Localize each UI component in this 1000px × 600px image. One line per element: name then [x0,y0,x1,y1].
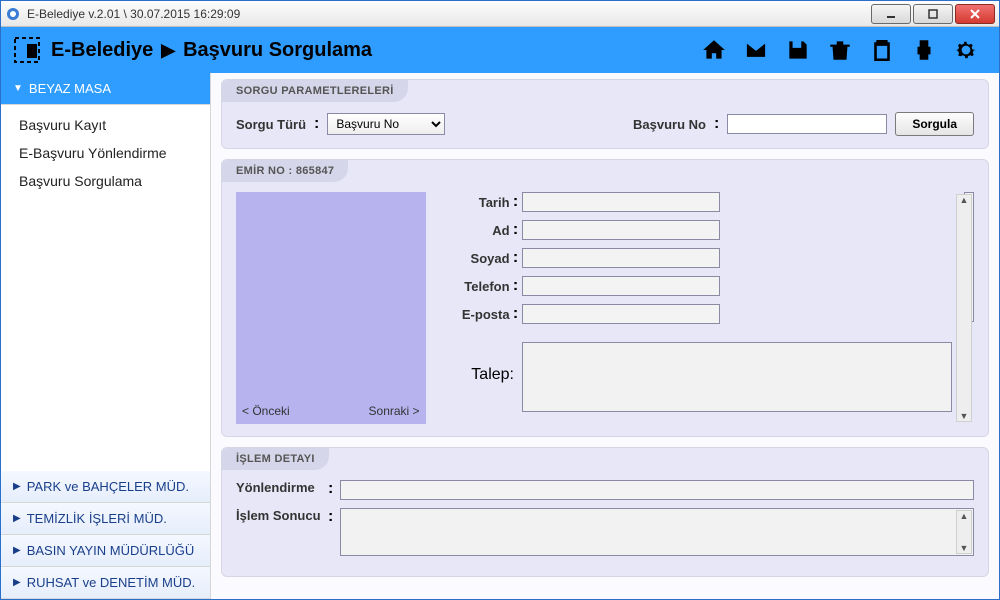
yonlendirme-input[interactable] [340,480,974,500]
trash-icon[interactable] [825,35,855,65]
eposta-input[interactable] [522,304,720,324]
mail-icon[interactable] [741,35,771,65]
breadcrumb: E-Belediye ▶ Başvuru Sorgulama [51,39,372,62]
breadcrumb-page: Başvuru Sorgulama [183,39,372,62]
sidebar-section-label: RUHSAT ve DENETİM MÜD. [27,575,196,590]
query-number-input[interactable] [727,114,887,134]
sidebar-section-temizlik[interactable]: ▶ TEMİZLİK İŞLERİ MÜD. [1,503,210,535]
sidebar-section-park[interactable]: ▶ PARK ve BAHÇELER MÜD. [1,471,210,503]
photo-viewer: < Önceki Sonraki > [236,192,426,424]
chevron-down-icon: ▼ [13,83,23,94]
ad-input[interactable] [522,220,720,240]
yonlendirme-label: Yönlendirme [236,480,328,495]
scroll-up-icon[interactable]: ▲ [960,195,969,205]
detail-panel-title: İŞLEM DETAYI [222,448,329,470]
sidebar-section-label: PARK ve BAHÇELER MÜD. [27,479,189,494]
sidebar-section-basin[interactable]: ▶ BASIN YAYIN MÜDÜRLÜĞÜ [1,535,210,567]
query-panel: SORGU PARAMETLERELERİ Sorgu Türü : Başvu… [221,79,989,149]
query-panel-title: SORGU PARAMETLERELERİ [222,80,408,102]
chevron-right-icon: ▶ [13,577,21,588]
window-close-button[interactable] [955,4,995,24]
sonuc-label: İşlem Sonucu [236,508,328,523]
tarih-label: Tarih [438,195,510,210]
talep-label: Talep [438,342,510,384]
clipboard-icon[interactable] [867,35,897,65]
soyad-label: Soyad [438,251,510,266]
home-icon[interactable] [699,35,729,65]
chevron-right-icon: ▶ [13,513,21,524]
print-icon[interactable] [909,35,939,65]
app-header: E-Belediye ▶ Başvuru Sorgulama [1,27,999,73]
sidebar-section-ruhsat[interactable]: ▶ RUHSAT ve DENETİM MÜD. [1,567,210,599]
talep-textarea[interactable] [522,342,952,412]
chevron-right-icon: ▶ [13,481,21,492]
emir-panel: EMİR NO : 865847 < Önceki Sonraki > Tari… [221,159,989,437]
ad-label: Ad [438,223,510,238]
query-number-label: Başvuru No [633,117,706,132]
sidebar-item-ebasvuru-yonlendirme[interactable]: E-Başvuru Yönlendirme [1,139,210,167]
scrollbar[interactable]: ▲▼ [956,194,972,422]
sidebar-item-basvuru-sorgulama[interactable]: Başvuru Sorgulama [1,167,210,195]
sidebar-section-label: TEMİZLİK İŞLERİ MÜD. [27,511,167,526]
photo-prev-button[interactable]: < Önceki [242,404,290,418]
eposta-label: E-posta [438,307,510,322]
scroll-up-icon[interactable]: ▲ [960,511,969,521]
sidebar-item-basvuru-kayit[interactable]: Başvuru Kayıt [1,111,210,139]
gear-icon[interactable] [951,35,981,65]
scrollbar[interactable]: ▲▼ [956,510,972,554]
photo-next-button[interactable]: Sonraki > [369,404,420,418]
app-icon [5,6,21,22]
detail-panel: İŞLEM DETAYI Yönlendirme : İşlem Sonucu … [221,447,989,577]
sidebar: ▼ BEYAZ MASA Başvuru Kayıt E-Başvuru Yön… [1,73,211,599]
scroll-down-icon[interactable]: ▼ [960,411,969,421]
telefon-input[interactable] [522,276,720,296]
soyad-input[interactable] [522,248,720,268]
window-title: E-Belediye v.2.01 \ 30.07.2015 16:29:09 [27,7,869,21]
sonuc-textarea[interactable] [340,508,974,556]
window-minimize-button[interactable] [871,4,911,24]
scroll-down-icon[interactable]: ▼ [960,543,969,553]
query-submit-button[interactable]: Sorgula [895,112,974,136]
window-maximize-button[interactable] [913,4,953,24]
sidebar-submenu: Başvuru Kayıt E-Başvuru Yönlendirme Başv… [1,105,210,205]
chevron-right-icon: ▶ [13,545,21,556]
emir-panel-title: EMİR NO : 865847 [222,160,348,182]
tarih-input[interactable] [522,192,720,212]
query-type-label: Sorgu Türü [236,117,306,132]
query-type-select[interactable]: Başvuru No [327,113,445,135]
window-titlebar: E-Belediye v.2.01 \ 30.07.2015 16:29:09 [1,1,999,27]
sidebar-section-label: BEYAZ MASA [29,81,111,96]
breadcrumb-app: E-Belediye [51,39,153,62]
breadcrumb-separator-icon: ▶ [161,40,175,61]
save-icon[interactable] [783,35,813,65]
sidebar-section-beyaz-masa[interactable]: ▼ BEYAZ MASA [1,73,210,105]
main-content: SORGU PARAMETLERELERİ Sorgu Türü : Başvu… [211,73,999,599]
telefon-label: Telefon [438,279,510,294]
app-logo-icon [13,36,41,64]
sidebar-section-label: BASIN YAYIN MÜDÜRLÜĞÜ [27,543,195,558]
